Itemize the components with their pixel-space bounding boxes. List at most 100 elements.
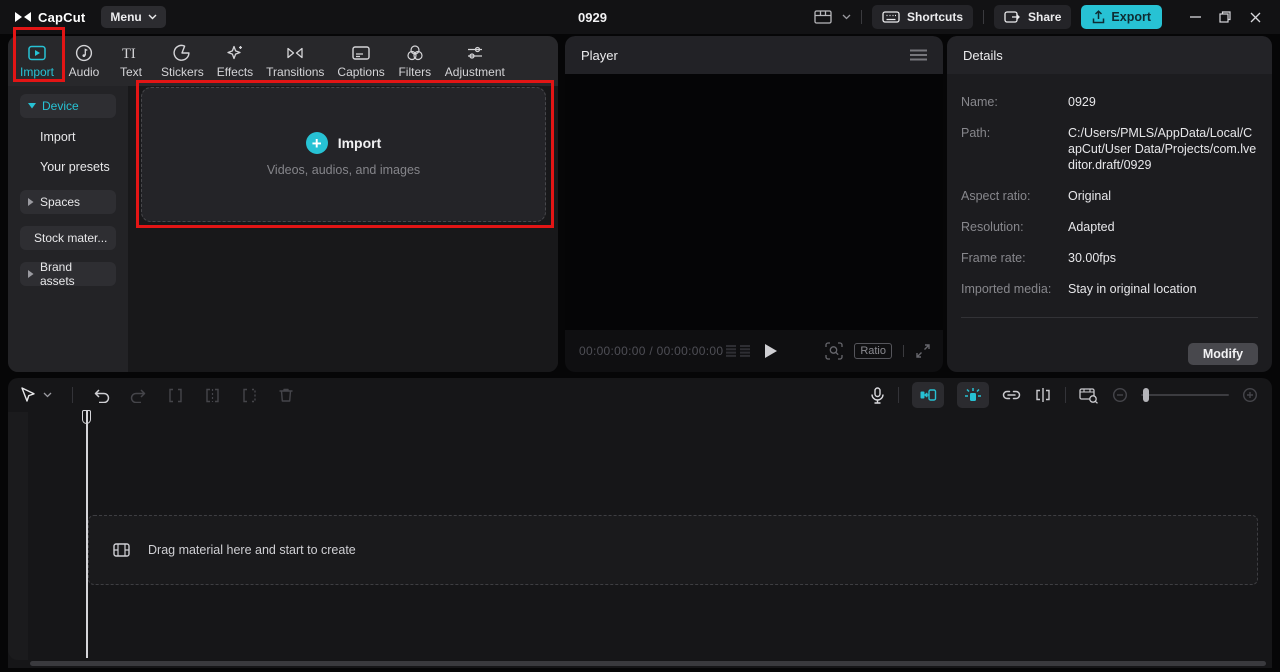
dropzone-title: Import bbox=[338, 135, 382, 151]
player-panel: Player 00:00:00:00 / 00:00:00:00 Ratio bbox=[565, 36, 943, 372]
text-icon: TI bbox=[121, 44, 141, 62]
media-body: Device Import Your presets Spaces Stock … bbox=[8, 86, 558, 372]
details-title: Details bbox=[963, 48, 1003, 63]
detail-row-aspect-ratio: Aspect ratio: Original bbox=[961, 188, 1258, 204]
import-dropzone[interactable]: + Import Videos, audios, and images bbox=[141, 87, 546, 222]
zoom-slider-track bbox=[1141, 394, 1229, 396]
detail-label: Name: bbox=[961, 94, 1068, 110]
play-button[interactable] bbox=[765, 344, 777, 358]
horizontal-scrollbar[interactable] bbox=[30, 661, 1266, 666]
tab-transitions[interactable]: Transitions bbox=[266, 44, 324, 79]
timeline-zoom-slider[interactable] bbox=[1141, 388, 1229, 402]
share-icon bbox=[1004, 10, 1021, 24]
tab-filters[interactable]: Filters bbox=[398, 44, 432, 79]
split-button[interactable] bbox=[204, 388, 221, 403]
tab-effects[interactable]: Effects bbox=[217, 44, 253, 79]
magnetic-main-track-button[interactable] bbox=[957, 382, 989, 408]
details-header: Details bbox=[947, 36, 1272, 74]
sparkle-icon bbox=[226, 44, 244, 62]
detail-row-imported-media: Imported media: Stay in original locatio… bbox=[961, 281, 1258, 297]
window-controls bbox=[1180, 0, 1270, 34]
topbar-right: Shortcuts Share Export bbox=[814, 0, 1280, 34]
detail-value: C:/Users/PMLS/AppData/Local/CapCut/User … bbox=[1068, 125, 1258, 173]
triangle-down-icon bbox=[28, 103, 36, 109]
tab-label: Captions bbox=[337, 65, 384, 79]
tab-label: Audio bbox=[69, 65, 100, 79]
sidebar-item-your-presets[interactable]: Your presets bbox=[40, 160, 128, 174]
media-sidebar: Device Import Your presets Spaces Stock … bbox=[8, 86, 128, 372]
redo-button[interactable] bbox=[130, 388, 147, 403]
topbar-divider bbox=[983, 10, 984, 24]
detail-row-resolution: Resolution: Adapted bbox=[961, 219, 1258, 235]
share-button[interactable]: Share bbox=[994, 5, 1071, 29]
detail-label: Path: bbox=[961, 125, 1068, 173]
player-header: Player bbox=[565, 36, 943, 74]
sidebar-item-label: Device bbox=[42, 99, 79, 113]
toolbar-divider bbox=[898, 387, 899, 403]
tab-text[interactable]: TI Text bbox=[114, 44, 148, 79]
export-label: Export bbox=[1111, 10, 1151, 24]
link-materials-button[interactable] bbox=[1002, 387, 1021, 403]
detail-value: 30.00fps bbox=[1068, 250, 1258, 266]
detail-value: Original bbox=[1068, 188, 1258, 204]
layout-panels-icon[interactable] bbox=[814, 10, 832, 24]
sidebar-item-stock-material[interactable]: Stock mater... bbox=[20, 226, 116, 250]
frame-preview-icon[interactable] bbox=[725, 344, 751, 358]
close-button[interactable] bbox=[1240, 0, 1270, 34]
sidebar-item-brand-assets[interactable]: Brand assets bbox=[20, 262, 116, 286]
detail-label: Frame rate: bbox=[961, 250, 1068, 266]
split-left-button[interactable] bbox=[167, 388, 184, 403]
sidebar-item-device[interactable]: Device bbox=[20, 94, 116, 118]
tab-captions[interactable]: Captions bbox=[337, 44, 384, 79]
tab-adjustment[interactable]: Adjustment bbox=[445, 44, 505, 79]
zoom-slider-handle[interactable] bbox=[1143, 388, 1149, 402]
tab-stickers[interactable]: Stickers bbox=[161, 44, 204, 79]
plus-circle-icon: + bbox=[306, 132, 328, 154]
dropzone-row: + Import bbox=[306, 132, 382, 154]
ratio-button[interactable]: Ratio bbox=[854, 343, 892, 359]
triangle-right-icon bbox=[28, 198, 34, 206]
details-body: Name: 0929 Path: C:/Users/PMLS/AppData/L… bbox=[947, 74, 1272, 318]
select-cursor-button[interactable] bbox=[20, 387, 52, 403]
split-right-button[interactable] bbox=[241, 388, 258, 403]
export-button[interactable]: Export bbox=[1081, 5, 1162, 29]
modify-button[interactable]: Modify bbox=[1188, 343, 1258, 365]
delete-button[interactable] bbox=[278, 387, 294, 403]
sidebar-item-import[interactable]: Import bbox=[40, 130, 128, 144]
record-voiceover-button[interactable] bbox=[870, 387, 885, 404]
tab-label: Filters bbox=[398, 65, 431, 79]
restore-button[interactable] bbox=[1210, 0, 1240, 34]
chevron-down-icon bbox=[148, 14, 157, 20]
tab-audio[interactable]: Audio bbox=[67, 44, 101, 79]
tab-import[interactable]: Import bbox=[20, 44, 54, 79]
tab-label: Import bbox=[20, 65, 54, 79]
player-controls-right: Ratio bbox=[825, 330, 931, 372]
tab-label: Text bbox=[120, 65, 142, 79]
project-title: 0929 bbox=[578, 0, 607, 34]
minimize-button[interactable] bbox=[1180, 0, 1210, 34]
capcut-logo-icon bbox=[14, 11, 32, 23]
shortcuts-button[interactable]: Shortcuts bbox=[872, 5, 973, 29]
mirror-split-button[interactable] bbox=[1034, 387, 1052, 403]
zoom-out-icon[interactable] bbox=[1112, 387, 1128, 403]
auto-snap-button[interactable] bbox=[912, 382, 944, 408]
media-panel: Import Audio TI Text Stickers bbox=[8, 36, 558, 372]
sidebar-item-label: Stock mater... bbox=[34, 231, 107, 245]
timeline-drop-track[interactable]: Drag material here and start to create bbox=[88, 515, 1258, 585]
detail-label: Imported media: bbox=[961, 281, 1068, 297]
capcut-logo: CapCut bbox=[14, 10, 85, 25]
film-icon bbox=[113, 543, 130, 557]
toolbar-divider bbox=[1065, 387, 1066, 403]
panel-menu-icon[interactable] bbox=[910, 49, 927, 61]
triangle-right-icon bbox=[28, 270, 34, 278]
zoom-in-icon[interactable] bbox=[1242, 387, 1258, 403]
preview-axis-button[interactable] bbox=[1079, 387, 1099, 404]
undo-button[interactable] bbox=[93, 388, 110, 403]
menu-button[interactable]: Menu bbox=[101, 6, 165, 28]
sticker-icon bbox=[173, 44, 191, 62]
sidebar-item-spaces[interactable]: Spaces bbox=[20, 190, 116, 214]
timeline-toolbar-right bbox=[870, 378, 1258, 412]
preview-zoom-icon[interactable] bbox=[825, 342, 843, 360]
fullscreen-icon[interactable] bbox=[915, 343, 931, 359]
layout-chevron-down-icon[interactable] bbox=[842, 14, 851, 20]
